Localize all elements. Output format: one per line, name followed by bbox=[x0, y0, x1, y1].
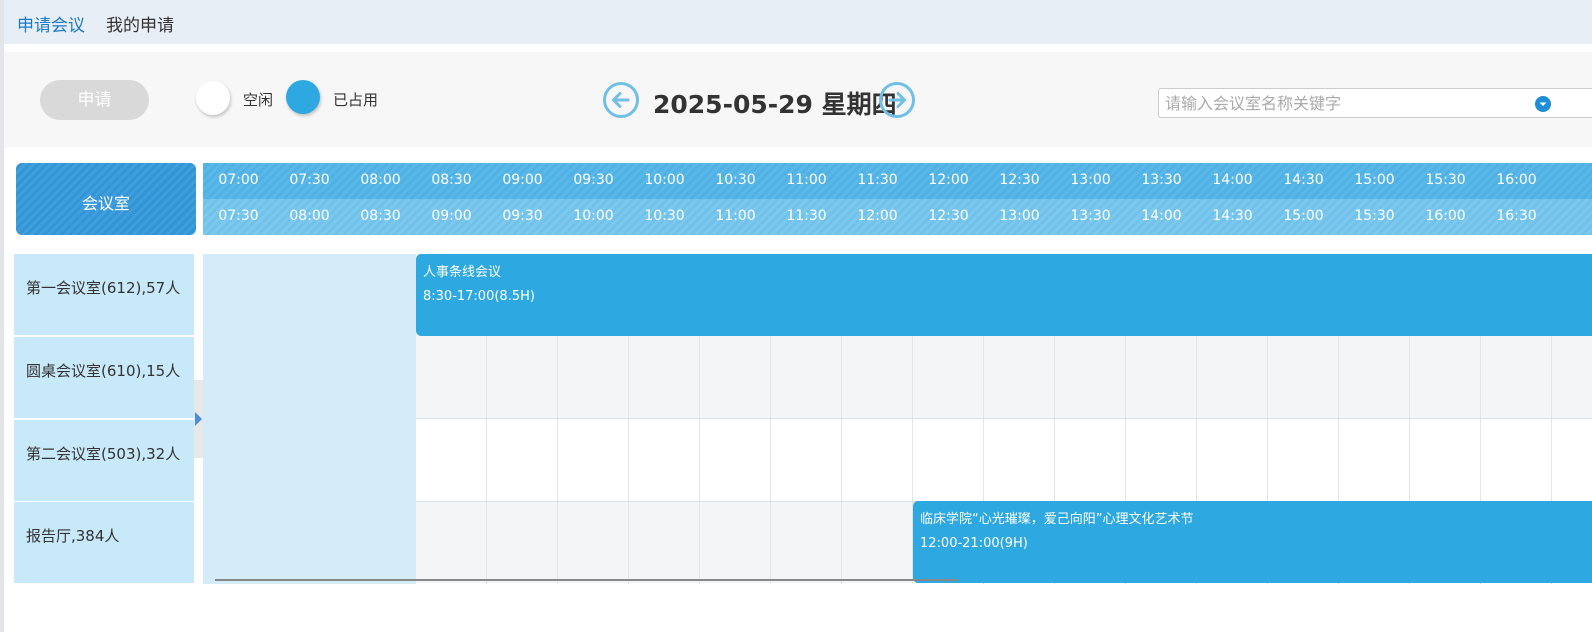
free-legend-label: 空闲 bbox=[243, 91, 274, 109]
tab-apply-meeting[interactable]: 申请会议 bbox=[17, 11, 85, 36]
slot-end-label: 15:30 bbox=[1354, 208, 1395, 224]
slot-end-label: 09:00 bbox=[431, 208, 472, 224]
room-search-input[interactable] bbox=[1165, 92, 1525, 114]
toolbar: 申请 空闲 已占用 2025-05-29 星期四 bbox=[4, 52, 1592, 147]
booking-time: 8:30-17:00(8.5H) bbox=[423, 289, 535, 304]
booking-time: 12:00-21:00(9H) bbox=[920, 536, 1028, 551]
slot-end-label: 08:00 bbox=[289, 208, 330, 224]
room-row-4[interactable]: 报告厅,384人 bbox=[14, 502, 194, 583]
row-divider bbox=[416, 418, 1592, 419]
schedule-row-3[interactable] bbox=[416, 418, 1592, 500]
slot-start-label: 13:00 bbox=[1070, 172, 1111, 188]
current-date: 2025-05-29 星期四 bbox=[653, 90, 897, 119]
slot-end-label: 12:30 bbox=[928, 208, 969, 224]
slot-start-label: 07:00 bbox=[218, 172, 259, 188]
slot-end-label: 15:00 bbox=[1283, 208, 1324, 224]
slot-start-label: 15:00 bbox=[1354, 172, 1395, 188]
slot-start-label: 15:30 bbox=[1425, 172, 1466, 188]
free-legend-dot bbox=[196, 81, 230, 115]
slot-start-label: 09:30 bbox=[573, 172, 614, 188]
tab-my-applications[interactable]: 我的申请 bbox=[106, 11, 174, 36]
apply-button[interactable]: 申请 bbox=[40, 80, 149, 120]
slot-end-label: 11:00 bbox=[715, 208, 756, 224]
schedule-row-2[interactable] bbox=[416, 336, 1592, 418]
booking-block[interactable]: 人事条线会议 8:30-17:00(8.5H) bbox=[416, 254, 1592, 336]
slot-start-label: 11:00 bbox=[786, 172, 827, 188]
slot-start-label: 08:30 bbox=[431, 172, 472, 188]
slot-start-label: 16:00 bbox=[1496, 172, 1537, 188]
slot-end-label: 07:30 bbox=[218, 208, 259, 224]
slot-start-label: 10:30 bbox=[715, 172, 756, 188]
slot-end-label: 08:30 bbox=[360, 208, 401, 224]
next-day-button[interactable] bbox=[879, 82, 915, 118]
time-slot-header: 07:00 07:30 08:00 08:30 09:00 09:30 10:00 10:30… bbox=[203, 163, 1592, 235]
room-column-header-label: 会议室 bbox=[81, 194, 130, 213]
top-tab-bar: 申请会议 我的申请 bbox=[4, 0, 1592, 44]
slot-start-label: 12:30 bbox=[999, 172, 1040, 188]
slot-end-label: 14:00 bbox=[1141, 208, 1182, 224]
room-search-select[interactable] bbox=[1158, 88, 1592, 118]
slot-start-label: 07:30 bbox=[289, 172, 330, 188]
slot-end-label: 10:30 bbox=[644, 208, 685, 224]
room-name: 圆桌会议室(610),15人 bbox=[26, 362, 181, 380]
sidebar-collapse-handle[interactable] bbox=[194, 380, 203, 458]
schedule-grid: 人事条线会议 8:30-17:00(8.5H) 临床学院“心光璀璨，爱己向阳”心… bbox=[203, 254, 1592, 584]
room-name: 第二会议室(503),32人 bbox=[26, 445, 181, 463]
chevron-down-icon bbox=[1539, 102, 1547, 106]
arrow-right-icon bbox=[888, 92, 906, 108]
room-row-3[interactable]: 第二会议室(503),32人 bbox=[14, 420, 194, 501]
slot-start-row: 07:00 07:30 08:00 08:30 09:00 09:30 10:00 10:30… bbox=[203, 163, 1592, 199]
slot-end-label: 16:30 bbox=[1496, 208, 1537, 224]
slot-start-label: 11:30 bbox=[857, 172, 898, 188]
slot-end-label: 12:00 bbox=[857, 208, 898, 224]
dropdown-toggle[interactable] bbox=[1535, 96, 1551, 112]
room-name: 报告厅,384人 bbox=[26, 527, 120, 545]
slot-end-label: 13:00 bbox=[999, 208, 1040, 224]
horizontal-scrollbar[interactable] bbox=[215, 579, 958, 581]
prev-day-button[interactable] bbox=[603, 82, 639, 118]
slot-start-label: 08:00 bbox=[360, 172, 401, 188]
slot-end-label: 09:30 bbox=[502, 208, 543, 224]
triangle-right-icon bbox=[195, 412, 202, 426]
occupied-legend-label: 已占用 bbox=[333, 91, 379, 109]
past-time-block bbox=[203, 254, 416, 584]
slot-start-label: 13:30 bbox=[1141, 172, 1182, 188]
room-row-1[interactable]: 第一会议室(612),57人 bbox=[14, 254, 194, 335]
booking-title: 临床学院“心光璀璨，爱己向阳”心理文化艺术节 bbox=[920, 512, 1194, 527]
slot-end-label: 16:00 bbox=[1425, 208, 1466, 224]
room-row-2[interactable]: 圆桌会议室(610),15人 bbox=[14, 337, 194, 418]
arrow-left-icon bbox=[612, 92, 630, 108]
room-name: 第一会议室(612),57人 bbox=[26, 279, 181, 297]
slot-start-label: 12:00 bbox=[928, 172, 969, 188]
slot-start-label: 14:30 bbox=[1283, 172, 1324, 188]
slot-end-label: 10:00 bbox=[573, 208, 614, 224]
slot-end-label: 14:30 bbox=[1212, 208, 1253, 224]
slot-end-label: 13:30 bbox=[1070, 208, 1111, 224]
slot-start-label: 10:00 bbox=[644, 172, 685, 188]
slot-start-label: 14:00 bbox=[1212, 172, 1253, 188]
occupied-legend-dot bbox=[286, 80, 320, 114]
slot-end-row: 07:30 08:00 08:30 09:00 09:30 10:00 10:30 11:00… bbox=[203, 199, 1592, 235]
room-column-header: 会议室 bbox=[16, 163, 196, 235]
booking-block[interactable]: 临床学院“心光璀璨，爱己向阳”心理文化艺术节 12:00-21:00(9H) bbox=[913, 501, 1592, 583]
slot-end-label: 11:30 bbox=[786, 208, 827, 224]
slot-start-label: 09:00 bbox=[502, 172, 543, 188]
booking-title: 人事条线会议 bbox=[423, 265, 502, 280]
